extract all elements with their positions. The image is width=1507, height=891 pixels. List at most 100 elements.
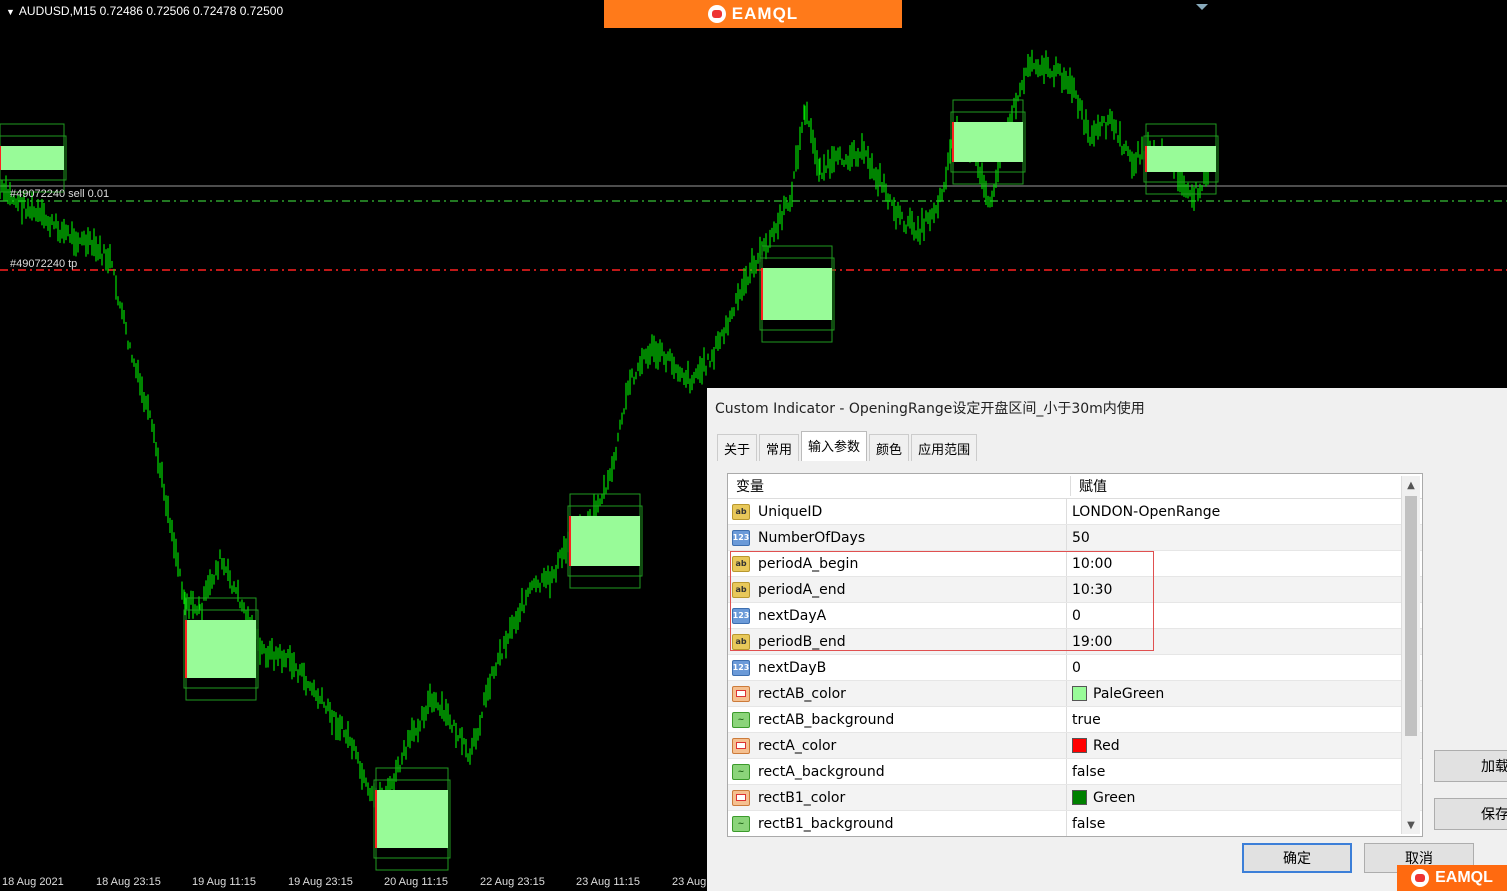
range-fill-box bbox=[762, 268, 832, 320]
param-name: rectB1_background bbox=[758, 815, 894, 832]
param-row[interactable]: ~ rectB1_background false bbox=[728, 811, 1422, 836]
param-value-cell[interactable]: false bbox=[1066, 811, 1406, 836]
bool-type-icon: ~ bbox=[732, 815, 750, 832]
param-row[interactable]: rectAB_color PaleGreen bbox=[728, 681, 1422, 707]
integer-type-icon: 123 bbox=[732, 607, 750, 624]
collapse-triangle-icon[interactable]: ▼ bbox=[6, 7, 15, 17]
bool-type-icon: ~ bbox=[732, 763, 750, 780]
param-value-cell[interactable]: 10:30 bbox=[1066, 577, 1406, 602]
time-tick: 19 Aug 23:15 bbox=[288, 876, 353, 888]
param-name-cell: ab periodA_end bbox=[728, 577, 1066, 602]
param-value-cell[interactable]: 50 bbox=[1066, 525, 1406, 550]
param-value-cell[interactable]: PaleGreen bbox=[1066, 681, 1406, 706]
color-type-icon bbox=[732, 685, 750, 702]
param-row[interactable]: 123 nextDayA 0 bbox=[728, 603, 1422, 629]
param-name-cell: ab periodA_begin bbox=[728, 551, 1066, 576]
scroll-up-icon[interactable]: ▲ bbox=[1402, 476, 1420, 494]
time-tick: 22 Aug 23:15 bbox=[480, 876, 545, 888]
watermark-top: EAMQL bbox=[604, 0, 902, 28]
time-tick: 18 Aug 23:15 bbox=[96, 876, 161, 888]
range-fill-box bbox=[186, 620, 256, 678]
param-name-cell: rectAB_color bbox=[728, 681, 1066, 706]
symbol-info: ▼ AUDUSD,M15 0.72486 0.72506 0.72478 0.72… bbox=[6, 4, 283, 18]
range-fill-box bbox=[953, 122, 1023, 162]
grid-header: 变量 赋值 bbox=[728, 474, 1422, 499]
color-swatch bbox=[1072, 738, 1087, 753]
symbol-ohlc-text: AUDUSD,M15 0.72486 0.72506 0.72478 0.725… bbox=[18, 4, 284, 18]
take-profit-label: #49072240 tp bbox=[10, 258, 78, 270]
param-value: 19:00 bbox=[1072, 633, 1113, 650]
param-row[interactable]: ab periodA_begin 10:00 bbox=[728, 551, 1422, 577]
param-row[interactable]: rectA_color Red bbox=[728, 733, 1422, 759]
param-row[interactable]: ab UniqueID LONDON-OpenRange bbox=[728, 499, 1422, 525]
time-tick: 23 Aug 11:15 bbox=[576, 876, 641, 888]
param-name-cell: ab UniqueID bbox=[728, 499, 1066, 524]
param-name-cell: ab periodB_end bbox=[728, 629, 1066, 654]
param-value-cell[interactable]: Red bbox=[1066, 733, 1406, 758]
param-value-cell[interactable]: false bbox=[1066, 759, 1406, 784]
param-name: periodB_end bbox=[758, 633, 846, 650]
param-value: LONDON-OpenRange bbox=[1072, 503, 1221, 520]
param-row[interactable]: rectB1_color Green bbox=[728, 785, 1422, 811]
load-button[interactable]: 加载 bbox=[1434, 750, 1507, 782]
param-value: false bbox=[1072, 815, 1106, 832]
header-value[interactable]: 赋值 bbox=[1070, 476, 1413, 496]
tab-common[interactable]: 常用 bbox=[759, 434, 800, 461]
save-button[interactable]: 保存 bbox=[1434, 798, 1507, 830]
param-value: Green bbox=[1093, 789, 1136, 806]
param-value-cell[interactable]: LONDON-OpenRange bbox=[1066, 499, 1406, 524]
tab-inputs[interactable]: 输入参数 bbox=[801, 431, 868, 461]
param-value: true bbox=[1072, 711, 1101, 728]
param-value: Red bbox=[1093, 737, 1120, 754]
param-value: 50 bbox=[1072, 529, 1090, 546]
param-name: rectB1_color bbox=[758, 789, 846, 806]
param-name-cell: 123 nextDayA bbox=[728, 603, 1066, 628]
range-fill-box bbox=[570, 516, 640, 566]
bool-type-icon: ~ bbox=[732, 711, 750, 728]
watermark-text: EAMQL bbox=[731, 4, 799, 23]
param-row[interactable]: ~ rectAB_background true bbox=[728, 707, 1422, 733]
grid-scrollbar[interactable]: ▲ ▼ bbox=[1401, 476, 1420, 834]
range-fill-box bbox=[0, 146, 64, 170]
param-name: rectAB_color bbox=[758, 685, 846, 702]
param-value-cell[interactable]: true bbox=[1066, 707, 1406, 732]
param-row[interactable]: ab periodA_end 10:30 bbox=[728, 577, 1422, 603]
ok-button[interactable]: 确定 bbox=[1242, 843, 1352, 873]
string-type-icon: ab bbox=[732, 503, 750, 520]
param-name-cell: ~ rectB1_background bbox=[728, 811, 1066, 836]
scroll-thumb[interactable] bbox=[1405, 496, 1417, 736]
color-type-icon bbox=[732, 789, 750, 806]
tab-visualization[interactable]: 应用范围 bbox=[911, 434, 978, 461]
param-row[interactable]: ~ rectA_background false bbox=[728, 759, 1422, 785]
custom-indicator-dialog: Custom Indicator - OpeningRange设定开盘区间_小于… bbox=[707, 388, 1507, 891]
param-value-cell[interactable]: 0 bbox=[1066, 603, 1406, 628]
watermark-bottom: EAMQL bbox=[1397, 865, 1507, 891]
sell-order-label: #49072240 sell 0.01 bbox=[10, 188, 110, 200]
param-value: 0 bbox=[1072, 607, 1081, 624]
param-name: periodA_begin bbox=[758, 555, 859, 572]
grid-rows: ab UniqueID LONDON-OpenRange 123 NumberOfDay… bbox=[728, 499, 1422, 836]
string-type-icon: ab bbox=[732, 633, 750, 650]
param-name: rectAB_background bbox=[758, 711, 895, 728]
param-value-cell[interactable]: 10:00 bbox=[1066, 551, 1406, 576]
param-row[interactable]: ab periodB_end 19:00 bbox=[728, 629, 1422, 655]
param-row[interactable]: 123 nextDayB 0 bbox=[728, 655, 1422, 681]
inputs-grid: 变量 赋值 ab UniqueID LONDON-OpenRange 123 Numbe… bbox=[727, 473, 1423, 837]
tab-colors[interactable]: 颜色 bbox=[869, 434, 910, 461]
header-variable[interactable]: 变量 bbox=[728, 476, 1070, 496]
color-swatch bbox=[1072, 686, 1087, 701]
param-row[interactable]: 123 NumberOfDays 50 bbox=[728, 525, 1422, 551]
param-value-cell[interactable]: Green bbox=[1066, 785, 1406, 810]
param-value: 10:30 bbox=[1072, 581, 1113, 598]
param-name: nextDayA bbox=[758, 607, 827, 624]
param-name-cell: ~ rectAB_background bbox=[728, 707, 1066, 732]
param-value-cell[interactable]: 0 bbox=[1066, 655, 1406, 680]
time-tick: 18 Aug 2021 bbox=[2, 876, 64, 888]
tab-about[interactable]: 关于 bbox=[717, 434, 758, 461]
dialog-tabs: 关于 常用 输入参数 颜色 应用范围 bbox=[717, 431, 979, 461]
scroll-down-icon[interactable]: ▼ bbox=[1402, 816, 1420, 834]
param-name-cell: rectB1_color bbox=[728, 785, 1066, 810]
param-value-cell[interactable]: 19:00 bbox=[1066, 629, 1406, 654]
param-value: 10:00 bbox=[1072, 555, 1113, 572]
integer-type-icon: 123 bbox=[732, 659, 750, 676]
